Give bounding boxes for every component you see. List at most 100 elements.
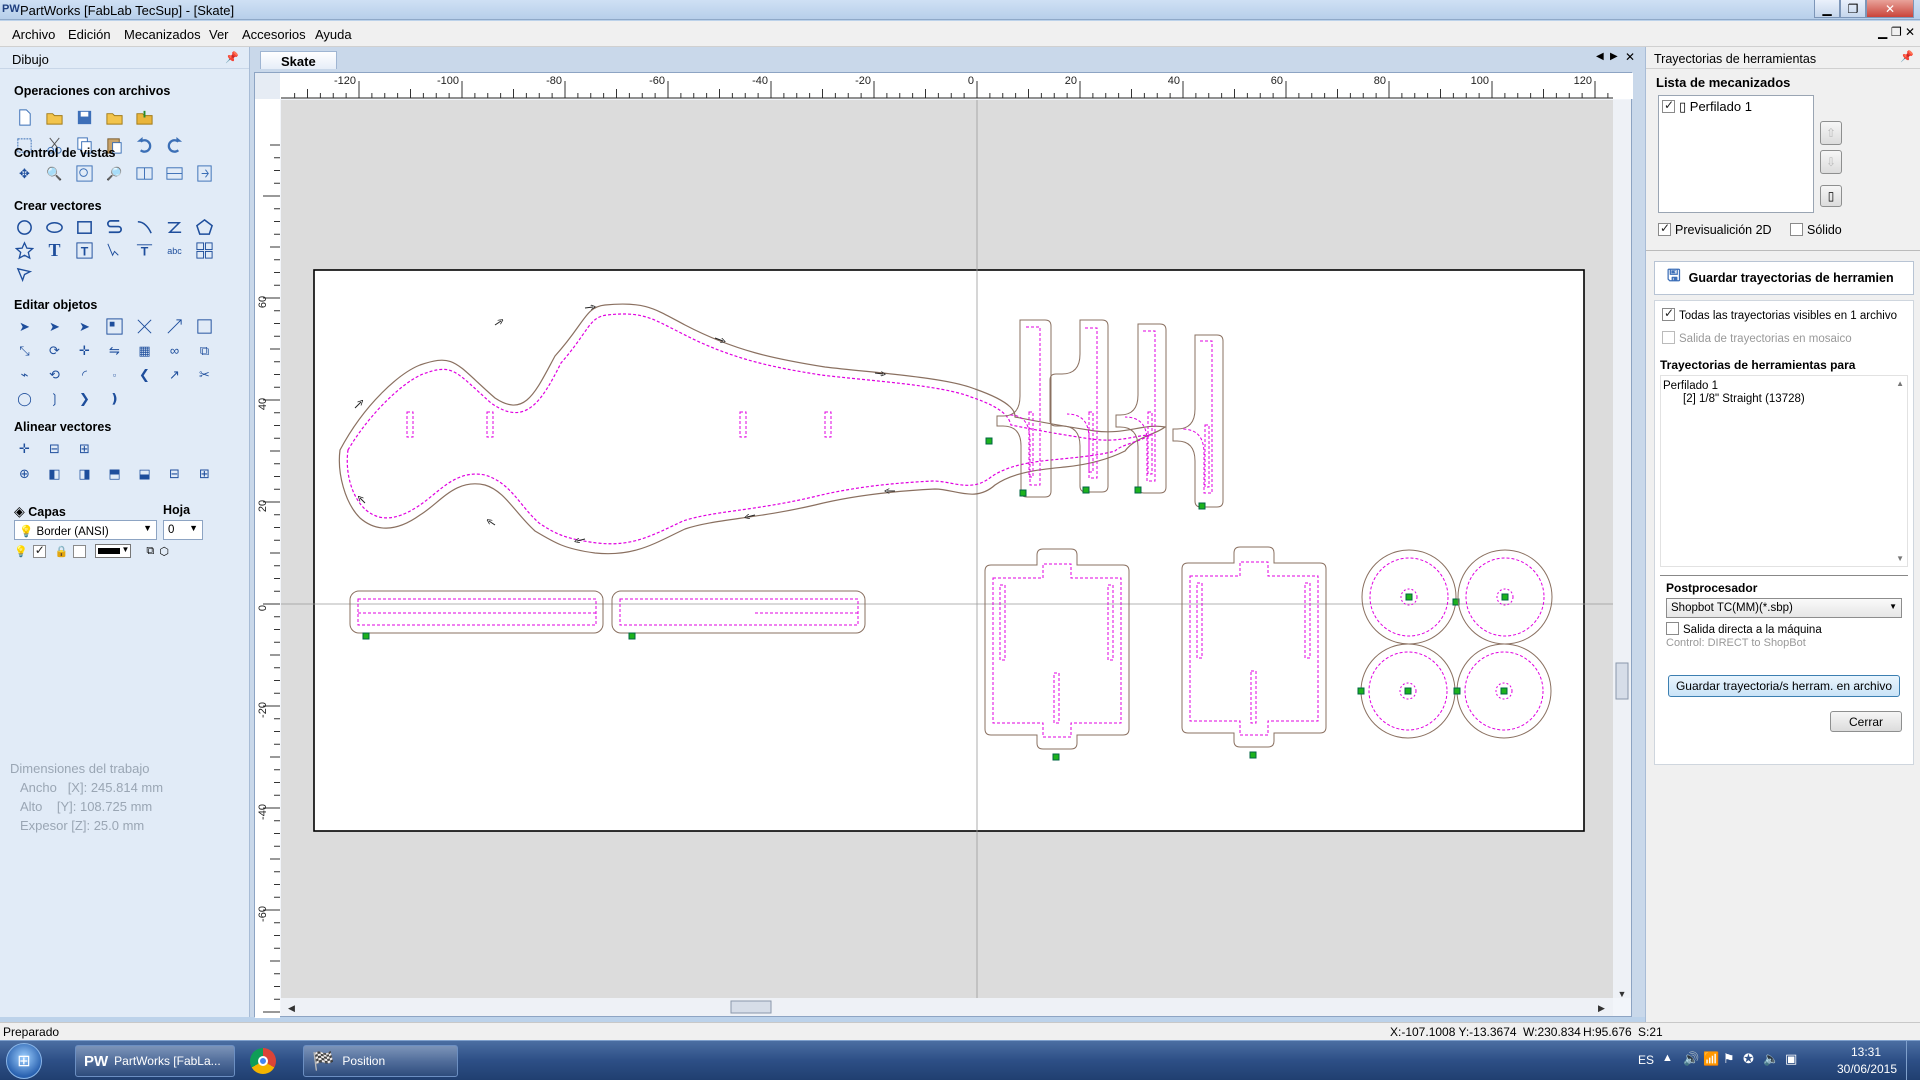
align-vertical-icon[interactable]: ⊞ — [74, 438, 95, 459]
redo-icon[interactable] — [164, 135, 185, 156]
open-file-icon[interactable] — [44, 107, 65, 128]
volume-icon[interactable]: 🔊 — [1683, 1051, 1699, 1067]
delete-toolpath-button[interactable]: ▯ — [1820, 185, 1842, 207]
layer-select[interactable]: 💡 Border (ANSI) ▼ — [14, 520, 157, 540]
mdi-close-icon[interactable]: ✕ — [1905, 25, 1915, 39]
nest-icon[interactable]: ▦ — [134, 340, 155, 361]
direct-output-option[interactable]: Salida directa a la máquina — [1666, 622, 1822, 636]
zoom-icon[interactable]: 🔍 — [44, 163, 65, 184]
scissors-icon[interactable]: ✂ — [194, 364, 215, 385]
toolpath-item[interactable]: ▯ Perfilado 1 — [1662, 98, 1752, 115]
scroll-down-icon[interactable]: ▼ — [1618, 989, 1627, 999]
draw-tool-icon[interactable] — [14, 264, 35, 285]
taskbar-partworks[interactable]: PW PartWorks [FabLa... — [75, 1045, 235, 1077]
group-icon[interactable] — [104, 316, 125, 337]
fillet-icon[interactable]: ◜ — [74, 364, 95, 385]
pin-icon[interactable]: 📌 — [1900, 50, 1914, 63]
view-tile-icon[interactable] — [164, 163, 185, 184]
move-icon[interactable]: ⤡ — [14, 340, 35, 361]
tray-expand-icon[interactable]: ▲ — [1662, 1052, 1673, 1064]
toolpath-item-checkbox[interactable] — [1662, 98, 1675, 113]
solid-option[interactable]: Sólido — [1790, 223, 1842, 237]
select-icon[interactable]: ➤ — [14, 316, 35, 337]
mirror-icon[interactable]: ⇋ — [104, 340, 125, 361]
transform-icon[interactable]: ➤ — [74, 316, 95, 337]
direct-output-checkbox[interactable] — [1666, 622, 1679, 635]
tab-skate[interactable]: Skate — [260, 51, 337, 69]
restore-button[interactable]: ❐ — [1840, 0, 1866, 18]
scale-icon[interactable] — [164, 316, 185, 337]
align-left-icon[interactable]: ◧ — [44, 463, 65, 484]
polyline-icon[interactable] — [104, 217, 125, 238]
vertical-scrollbar[interactable] — [1613, 100, 1631, 998]
angle-icon[interactable]: ❮ — [134, 364, 155, 385]
tab-next-icon[interactable]: ▶ — [1610, 51, 1618, 62]
subtract-icon[interactable]: ⧉ — [194, 340, 215, 361]
extend-icon[interactable]: ↗ — [164, 364, 185, 385]
network-icon[interactable]: 📶 — [1703, 1051, 1719, 1067]
display-icon[interactable]: ▣ — [1785, 1051, 1797, 1067]
polygon-icon[interactable] — [194, 217, 215, 238]
move-down-button[interactable]: ⇩ — [1820, 150, 1842, 174]
vertical-scroll-thumb[interactable] — [1615, 662, 1629, 700]
menu-ayuda[interactable]: Ayuda — [315, 27, 352, 42]
align-center-icon[interactable]: ✛ — [14, 438, 35, 459]
pin-icon[interactable]: 📌 — [225, 51, 239, 64]
text-icon[interactable]: T — [44, 240, 65, 261]
trim-icon[interactable]: ▫ — [104, 364, 125, 385]
preview-2d-checkbox[interactable] — [1658, 221, 1671, 236]
align-h-center-icon[interactable]: ⊟ — [164, 463, 185, 484]
taskbar-position[interactable]: 🏁 Position — [303, 1045, 458, 1077]
align-horizontal-icon[interactable]: ⊟ — [44, 438, 65, 459]
node-edit-icon[interactable]: ➤ — [44, 316, 65, 337]
ellipse-icon[interactable] — [44, 217, 65, 238]
toolpaths-for-list[interactable]: Perfilado 1 [2] 1/8" Straight (13728) ▲ … — [1660, 375, 1908, 567]
show-desktop-button[interactable] — [1906, 1041, 1920, 1080]
star-icon[interactable] — [14, 240, 35, 261]
align-right-icon[interactable]: ◨ — [74, 463, 95, 484]
toolpath-list[interactable]: ▯ Perfilado 1 — [1658, 95, 1814, 213]
sheet-select[interactable]: 0 ▼ — [163, 520, 203, 540]
weld-icon[interactable]: ∞ — [164, 340, 185, 361]
drawing-svg[interactable]: ▼ ◀ ▶ -120 -100 -80 -60 -40 -20 0 20 40 60 80 100 12… — [255, 73, 1633, 1018]
speaker-icon[interactable]: 🔈 — [1763, 1051, 1779, 1067]
size-icon[interactable] — [194, 316, 215, 337]
move-up-button[interactable]: ⇧ — [1820, 121, 1842, 145]
close-vector-icon[interactable]: ❳ — [44, 388, 65, 409]
align-top-icon[interactable]: ⬒ — [104, 463, 125, 484]
menu-accesorios[interactable]: Accesorios — [242, 27, 306, 42]
minimize-button[interactable]: ▁ — [1814, 0, 1840, 18]
offset-icon[interactable]: ⟲ — [44, 364, 65, 385]
mdi-minimize-icon[interactable]: ▁ — [1878, 25, 1887, 39]
horizontal-scrollbar[interactable] — [281, 998, 1613, 1016]
action-center-icon[interactable]: ⚑ — [1723, 1051, 1735, 1067]
arc-icon[interactable] — [134, 217, 155, 238]
import-icon[interactable] — [134, 107, 155, 128]
list-scroll-down-icon[interactable]: ▼ — [1896, 554, 1904, 563]
preview-2d-option[interactable]: Previsualición 2D — [1658, 221, 1772, 237]
rotate-icon[interactable]: ⟳ — [44, 340, 65, 361]
postprocessor-select[interactable]: Shopbot TC(MM)(*.sbp) ▼ — [1666, 598, 1902, 618]
text-curve-icon[interactable]: abc — [164, 240, 185, 261]
horizontal-scroll-thumb[interactable] — [730, 1000, 772, 1014]
layer-visible-checkbox[interactable] — [32, 543, 46, 558]
scroll-left-icon[interactable]: ◀ — [288, 1003, 295, 1013]
view-layout-icon[interactable] — [134, 163, 155, 184]
text-on-curve-icon[interactable] — [104, 240, 125, 261]
layer-lock-checkbox[interactable] — [73, 544, 87, 558]
lock-icon[interactable]: 🔒 — [55, 545, 69, 558]
drawing-canvas[interactable]: ▼ ◀ ▶ -120 -100 -80 -60 -40 -20 0 20 40 60 80 100 12… — [254, 72, 1633, 1018]
new-file-icon[interactable] — [14, 107, 35, 128]
close-panel-button[interactable]: Cerrar — [1830, 711, 1902, 732]
tiled-output-option[interactable]: Salida de trayectorias en mosaico — [1662, 331, 1852, 345]
start-button[interactable]: ⊞ — [6, 1043, 42, 1079]
zoom-extents-icon[interactable] — [74, 163, 95, 184]
tab-prev-icon[interactable]: ◀ — [1596, 51, 1604, 62]
align-v-center-icon[interactable]: ⊞ — [194, 463, 215, 484]
list-scroll-up-icon[interactable]: ▲ — [1896, 379, 1904, 388]
save-file-icon[interactable] — [74, 107, 95, 128]
chevron-icon[interactable]: ❯ — [74, 388, 95, 409]
scroll-right-icon[interactable]: ▶ — [1598, 1003, 1605, 1013]
solid-checkbox[interactable] — [1790, 223, 1803, 236]
zoom-selection-icon[interactable]: 🔎 — [104, 163, 125, 184]
